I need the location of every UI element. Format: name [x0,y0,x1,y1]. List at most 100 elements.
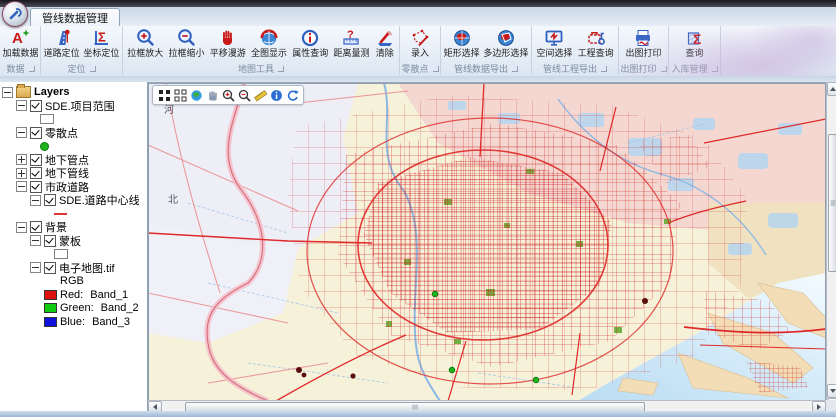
measure-icon[interactable] [253,88,267,102]
rectangle-select-button[interactable]: 矩形选择 [443,28,481,59]
layer-legend-project-extent [0,112,147,126]
dialog-launcher-icon[interactable] [601,66,607,72]
arrow-down-icon [830,389,836,393]
button-label: 加载数据 [2,48,38,59]
fixed-zoom-icon[interactable] [173,88,187,102]
button-label: 空间选择 [536,48,572,59]
button-label: 矩形选择 [444,48,480,59]
group-label: 入库管理 [671,62,707,75]
group-label: 零散点 [401,62,428,75]
layer-legend-mask [0,247,147,261]
dialog-launcher-icon[interactable] [512,66,518,72]
band-row-green: Green: Band_2 [0,301,147,315]
expand-icon[interactable] [16,168,27,179]
layer-item-underground-pipe-points[interactable]: 地下管点 [0,153,147,167]
layer-checkbox[interactable] [30,181,42,193]
collapse-icon[interactable] [16,127,27,138]
layer-item-municipal-roads[interactable]: 市政道路 [0,180,147,194]
dialog-launcher-icon[interactable] [90,66,96,72]
dialog-launcher-icon[interactable] [433,66,439,72]
collapse-icon[interactable] [30,195,41,206]
ribbon-group-pipeline-project-export: 空间选择 工程查询 管线工程导出 [532,26,619,75]
zoom-in-icon[interactable] [221,88,235,102]
group-label: 出图打印 [620,62,656,75]
ribbon-group-map-tools: 拉框放大 拉框缩小 平移漫游 [123,26,400,75]
load-data-button[interactable]: A 加载数据 [1,28,39,59]
button-label: 拉框缩小 [168,48,204,59]
layer-checkbox[interactable] [44,235,56,247]
layer-checkbox[interactable] [30,221,42,233]
spatial-select-button[interactable]: 空间选择 [535,28,573,59]
collapse-icon[interactable] [16,222,27,233]
collapse-icon[interactable] [16,100,27,111]
layer-item-scatter-points[interactable]: 零散点 [0,126,147,140]
print-map-button[interactable]: 出图打印 [624,28,662,59]
layers-root-item[interactable]: Layers [0,85,147,99]
layer-item-underground-pipelines[interactable]: 地下管线 [0,166,147,180]
layer-item-background[interactable]: 背景 [0,220,147,234]
scrollbar-corner [826,400,836,411]
full-extent-icon[interactable] [157,88,171,102]
globe-icon[interactable] [189,88,203,102]
distance-measure-icon: ? [341,28,361,48]
dialog-launcher-icon[interactable] [278,66,284,72]
layer-legend-road-centerline [0,207,147,221]
layer-checkbox[interactable] [30,100,42,112]
layer-item-road-centerline[interactable]: SDE.道路中心线 [0,193,147,207]
layer-item-sde-project-extent[interactable]: SDE.项目范围 [0,99,147,113]
pan-hand-icon[interactable] [205,88,219,102]
full-extent-button[interactable]: 全图显示 [250,28,288,59]
arrow-up-icon [830,87,836,91]
svg-text:A: A [12,30,23,47]
map-canvas[interactable]: 河 北 [148,83,826,401]
layers-root-label: Layers [34,86,69,98]
zoombox-in-button[interactable]: 拉框放大 [126,28,164,59]
storage-query-icon: Σ [685,28,705,48]
map-viewport: 河 北 [148,82,826,401]
layer-checkbox[interactable] [30,154,42,166]
dialog-launcher-icon[interactable] [29,66,35,72]
road-locate-button[interactable]: 道路定位 [43,28,81,59]
map-vertical-scrollbar[interactable] [826,82,836,411]
clear-button[interactable]: 清除 [374,28,396,59]
layer-item-mask[interactable]: 蒙板 [0,234,147,248]
refresh-icon[interactable] [285,88,299,102]
pan-roam-button[interactable]: 平移漫游 [209,28,247,59]
layer-checkbox[interactable] [30,167,42,179]
collapse-icon[interactable] [16,181,27,192]
layer-checkbox[interactable] [44,262,56,274]
ribbon: A 加载数据 数据 道路定位 Σ 坐标定位 [0,26,836,77]
dialog-launcher-icon[interactable] [712,66,718,72]
zoombox-out-button[interactable]: 拉框缩小 [167,28,205,59]
storage-query-button[interactable]: Σ 查询 [684,28,706,59]
collapse-icon[interactable] [30,262,41,273]
collapse-icon[interactable] [30,235,41,246]
group-label: 地图工具 [238,62,274,75]
attribute-query-button[interactable]: 属性查询 [291,28,329,59]
map-label-river: 河 [164,104,174,116]
button-label: 全图显示 [251,48,287,59]
scroll-up-button[interactable] [827,82,836,96]
button-label: 查询 [685,48,703,59]
map-label-north: 北 [168,194,178,206]
polygon-select-button[interactable]: 多边形选择 [482,28,529,59]
vertical-scroll-thumb[interactable] [828,134,836,272]
dialog-launcher-icon[interactable] [661,66,667,72]
layer-checkbox[interactable] [30,127,42,139]
layer-item-electronic-map-tif[interactable]: 电子地图.tif [0,261,147,275]
application-menu-button[interactable] [2,1,28,27]
collapse-icon[interactable] [2,87,13,98]
tab-pipeline-data-management[interactable]: 管线数据管理 [30,8,120,27]
layer-checkbox[interactable] [44,194,56,206]
scroll-down-button[interactable] [827,384,836,398]
record-input-button[interactable]: 录入 [409,28,431,59]
button-label: 属性查询 [292,48,328,59]
layers-panel: Layers SDE.项目范围 零散点 地下管点 地下管线 [0,82,148,411]
expand-icon[interactable] [16,154,27,165]
project-query-button[interactable]: 工程查询 [577,28,615,59]
coordinate-locate-button[interactable]: Σ 坐标定位 [82,28,120,59]
svg-text:Σ: Σ [693,31,701,47]
zoom-out-icon[interactable] [237,88,251,102]
distance-measure-button[interactable]: ? 距离量测 [332,28,370,59]
identify-icon[interactable] [269,88,283,102]
